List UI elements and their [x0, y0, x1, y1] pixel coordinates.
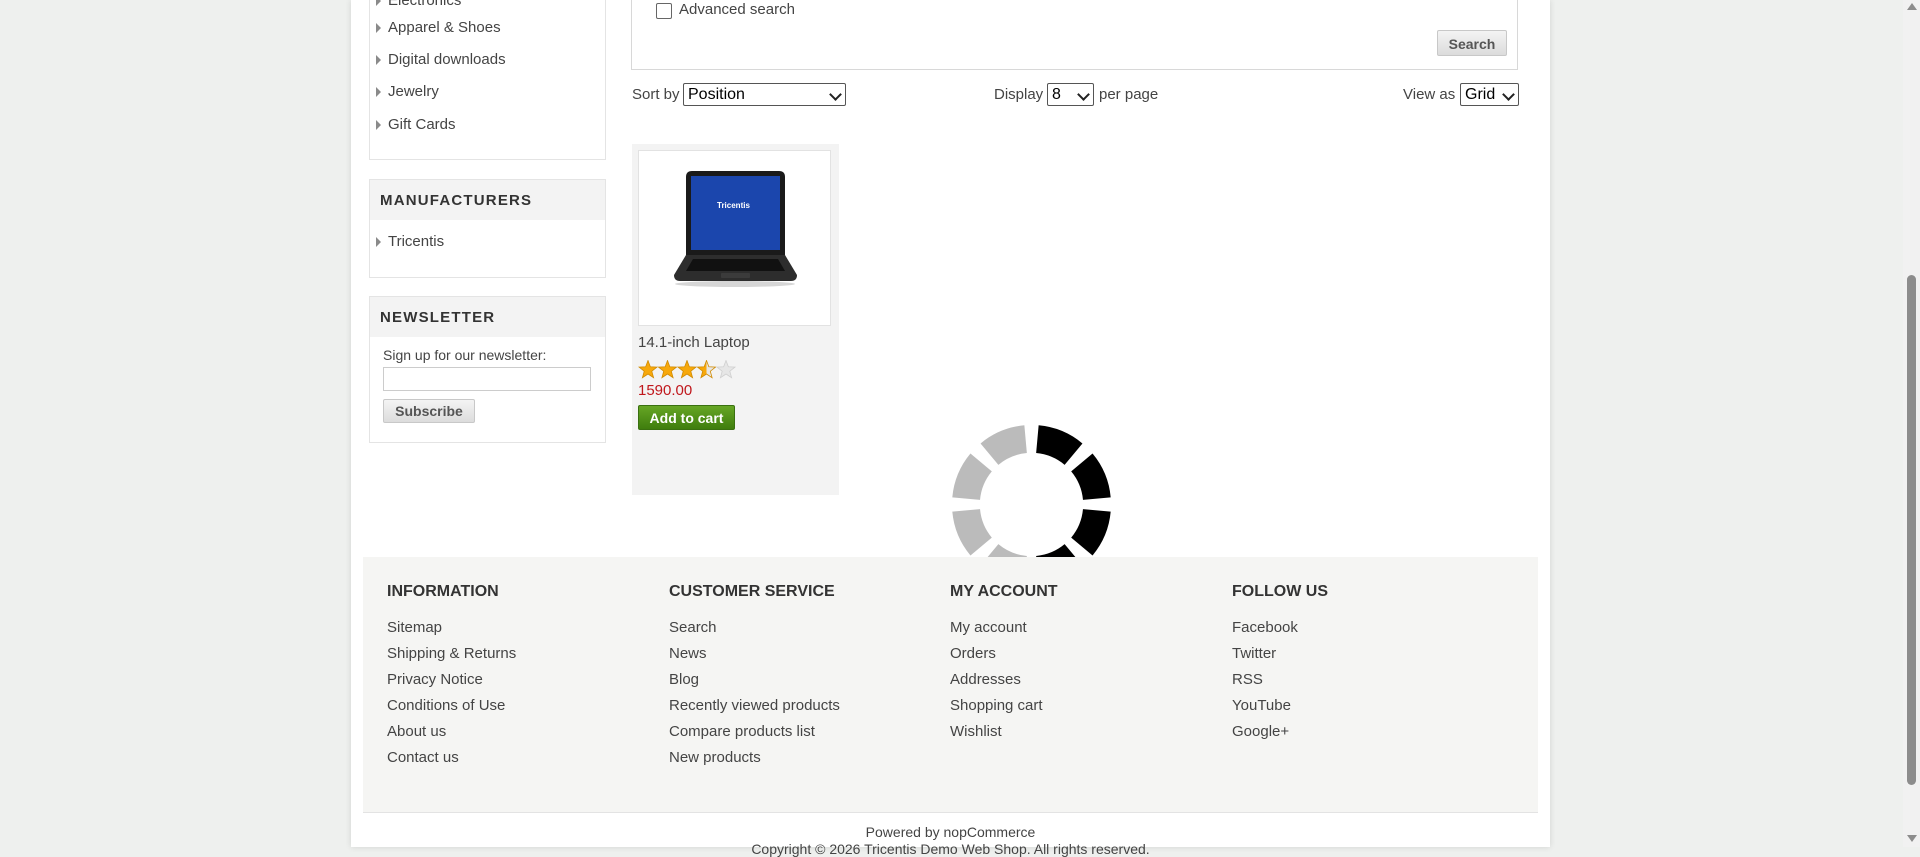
product-price: 1590.00 — [638, 382, 693, 399]
footer-link-my-account[interactable]: My account — [950, 619, 1027, 636]
category-label: Digital downloads — [388, 51, 506, 68]
category-label: Gift Cards — [388, 116, 456, 133]
view-as-value: Grid — [1465, 86, 1496, 103]
product-card: Tricentis 14.1-inch Laptop 1590.00 Add t… — [632, 144, 839, 495]
laptop-screen-logo: Tricentis — [717, 201, 750, 210]
spinner-segment — [1071, 453, 1111, 500]
category-digital-downloads[interactable]: Digital downloads — [376, 51, 506, 68]
manufacturers-block: MANUFACTURERS Tricentis — [369, 179, 606, 278]
footer-link-wishlist[interactable]: Wishlist — [950, 723, 1002, 740]
footer-link-privacy-notice[interactable]: Privacy Notice — [387, 671, 483, 688]
arrow-right-icon — [376, 55, 381, 65]
scroll-up-arrow-icon[interactable] — [1907, 3, 1917, 10]
footer-link-orders[interactable]: Orders — [950, 645, 996, 662]
footer-link-contact-us[interactable]: Contact us — [387, 749, 459, 766]
footer-my-account-title: MY ACCOUNT — [950, 583, 1058, 600]
footer-link-sitemap[interactable]: Sitemap — [387, 619, 442, 636]
footer-link-compare-products[interactable]: Compare products list — [669, 723, 815, 740]
advanced-search-label: Advanced search — [679, 1, 795, 18]
sort-by-select[interactable]: Position — [683, 83, 846, 106]
footer-link-addresses[interactable]: Addresses — [950, 671, 1021, 688]
footer-link-news[interactable]: News — [669, 645, 707, 662]
star-icon — [696, 359, 717, 379]
footer-link-youtube[interactable]: YouTube — [1232, 697, 1291, 714]
star-icon — [657, 359, 678, 379]
product-image-link[interactable]: Tricentis — [638, 150, 831, 326]
manufacturer-tricentis[interactable]: Tricentis — [376, 233, 445, 250]
footer-follow-us-title: FOLLOW US — [1232, 583, 1328, 600]
display-label: Display — [994, 86, 1044, 103]
spinner-segment — [1071, 509, 1111, 556]
newsletter-email-input[interactable] — [383, 367, 591, 391]
category-jewelry[interactable]: Jewelry — [376, 83, 439, 100]
product-title-link[interactable]: 14.1-inch Laptop — [638, 334, 750, 351]
copyright-text: Copyright © 2026 Tricentis Demo Web Shop… — [751, 841, 1150, 857]
star-icon — [676, 359, 698, 379]
footer-link-shopping-cart[interactable]: Shopping cart — [950, 697, 1043, 714]
scroll-down-arrow-icon[interactable] — [1907, 835, 1917, 842]
footer-customer-service-title: CUSTOMER SERVICE — [669, 583, 835, 600]
manufacturer-label: Tricentis — [388, 233, 445, 250]
view-as-select[interactable]: Grid — [1460, 83, 1519, 106]
categories-block: Electronics Apparel & Shoes Digital down… — [369, 0, 606, 160]
arrow-right-icon — [376, 237, 381, 247]
arrow-right-icon — [376, 0, 381, 6]
footer-information-title: INFORMATION — [387, 583, 499, 600]
footer-link-recently-viewed[interactable]: Recently viewed products — [669, 697, 840, 714]
search-panel: Advanced search Search — [631, 0, 1518, 70]
product-rating — [637, 359, 738, 380]
footer-link-about-us[interactable]: About us — [387, 723, 446, 740]
display-value: 8 — [1052, 86, 1061, 103]
star-icon — [715, 359, 737, 379]
page-scrollbar[interactable] — [1903, 0, 1920, 847]
laptop-image — [674, 171, 797, 287]
star-icon — [637, 359, 659, 379]
arrow-right-icon — [376, 120, 381, 130]
rating-stars — [637, 359, 737, 379]
footer-link-new-products[interactable]: New products — [669, 749, 761, 766]
footer-link-rss[interactable]: RSS — [1232, 671, 1263, 688]
category-label: Jewelry — [388, 83, 439, 100]
footer-link-blog[interactable]: Blog — [669, 671, 699, 688]
footer-link-conditions-of-use[interactable]: Conditions of Use — [387, 697, 505, 714]
subscribe-button[interactable]: Subscribe — [383, 399, 475, 423]
display-select[interactable]: 8 — [1047, 83, 1094, 106]
footer-link-google-plus[interactable]: Google+ — [1232, 723, 1289, 740]
arrow-right-icon — [376, 23, 381, 33]
chevron-down-icon — [1077, 88, 1090, 101]
footer-divider — [363, 812, 1538, 813]
footer-link-search[interactable]: Search — [669, 619, 717, 636]
view-as-label: View as — [1403, 86, 1456, 103]
spinner-segment — [980, 425, 1027, 465]
footer-link-twitter[interactable]: Twitter — [1232, 645, 1276, 662]
sort-by-value: Position — [688, 86, 745, 103]
category-electronics[interactable]: Electronics — [376, 0, 462, 9]
category-apparel-shoes[interactable]: Apparel & Shoes — [376, 19, 501, 36]
manufacturers-title: MANUFACTURERS — [370, 180, 605, 220]
newsletter-block: NEWSLETTER Sign up for our newsletter: S… — [369, 296, 606, 443]
arrow-right-icon — [376, 87, 381, 97]
page-container: Electronics Apparel & Shoes Digital down… — [351, 0, 1550, 857]
newsletter-title: NEWSLETTER — [370, 297, 605, 337]
category-label: Apparel & Shoes — [388, 19, 501, 36]
powered-by-link[interactable]: Powered by nopCommerce — [351, 824, 1550, 840]
category-gift-cards[interactable]: Gift Cards — [376, 116, 456, 133]
category-label: Electronics — [388, 0, 462, 9]
scrollbar-thumb[interactable] — [1907, 275, 1916, 785]
spinner-segment — [952, 453, 992, 500]
footer-link-facebook[interactable]: Facebook — [1232, 619, 1298, 636]
footer: INFORMATION Sitemap Shipping & Returns P… — [363, 557, 1538, 812]
spinner-segment — [1036, 425, 1083, 465]
advanced-search-checkbox[interactable] — [656, 3, 672, 19]
add-to-cart-button[interactable]: Add to cart — [638, 405, 735, 430]
footer-link-shipping-returns[interactable]: Shipping & Returns — [387, 645, 516, 662]
chevron-down-icon — [829, 88, 842, 101]
chevron-down-icon — [1502, 88, 1515, 101]
newsletter-prompt: Sign up for our newsletter: — [383, 347, 547, 363]
sort-by-label: Sort by — [632, 86, 680, 103]
spinner-segment — [952, 509, 992, 556]
search-button[interactable]: Search — [1437, 30, 1507, 56]
per-page-label: per page — [1099, 86, 1159, 103]
